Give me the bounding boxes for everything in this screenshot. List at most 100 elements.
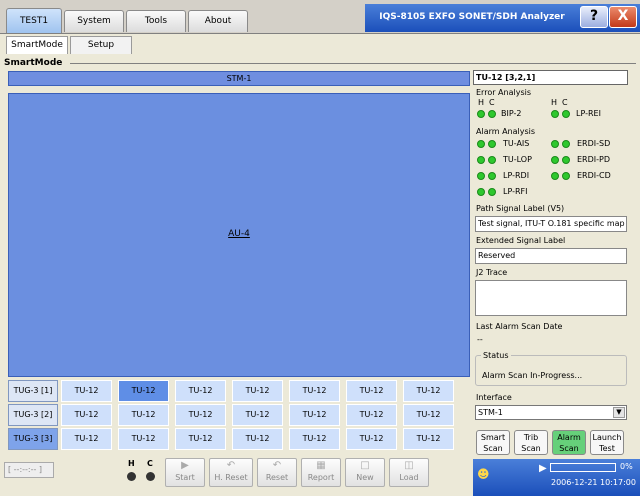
- status-led-icon: [477, 110, 485, 118]
- app-title: IQS-8105 EXFO SONET/SDH Analyzer: [379, 12, 565, 22]
- error-analysis-label: Error Analysis: [476, 88, 532, 97]
- subtab-bar: SmartMode Setup: [0, 34, 640, 56]
- interface-title: Interface: [476, 393, 512, 402]
- close-button[interactable]: X: [609, 6, 637, 28]
- tu12-cell[interactable]: TU-12: [346, 428, 397, 450]
- smart-scan-button[interactable]: Smart Scan: [476, 430, 510, 455]
- alarm-item: ERDI-SD: [577, 139, 611, 148]
- status-led-icon: [488, 110, 496, 118]
- alarm-item: LP-RDI: [503, 171, 530, 180]
- help-button[interactable]: ?: [580, 6, 608, 28]
- extended-signal-label-title: Extended Signal Label: [476, 236, 566, 245]
- tu12-cell[interactable]: TU-12: [118, 404, 169, 426]
- history-led-icon: [127, 472, 136, 481]
- tu12-cell-selected[interactable]: TU-12: [118, 380, 169, 402]
- title-bar: TEST1 System Tools About IQS-8105 EXFO S…: [0, 0, 640, 34]
- tug-row-label[interactable]: TUG-3 [2]: [8, 404, 58, 426]
- h-label: H: [551, 98, 558, 107]
- tab-tools[interactable]: Tools: [126, 10, 186, 32]
- elapsed-time: [ --:--:-- ]: [4, 462, 54, 478]
- c-label: C: [562, 98, 568, 107]
- j2-trace-value: [475, 280, 627, 316]
- tu12-cell[interactable]: TU-12: [346, 404, 397, 426]
- start-button[interactable]: ▶ Start: [165, 458, 205, 487]
- undo-icon: ↶: [226, 460, 236, 471]
- interface-select[interactable]: STM-1 ▼: [475, 405, 627, 420]
- status-led-icon: [562, 172, 570, 180]
- tu12-cell[interactable]: TU-12: [175, 404, 226, 426]
- status-bar: ☻ ▶ 0% 2006-12-21 10:17:00: [473, 459, 640, 496]
- tu12-cell[interactable]: TU-12: [61, 380, 112, 402]
- error-item: LP-REI: [576, 109, 601, 118]
- status-led-icon: [551, 156, 559, 164]
- status-led-icon: [562, 110, 570, 118]
- tributary-title: TU-12 [3,2,1]: [473, 70, 628, 85]
- path-signal-label-title: Path Signal Label (V5): [476, 204, 565, 213]
- status-led-icon: [562, 140, 570, 148]
- tu12-cell[interactable]: TU-12: [403, 404, 454, 426]
- tu12-cell[interactable]: TU-12: [289, 380, 340, 402]
- tu12-cell[interactable]: TU-12: [232, 404, 283, 426]
- tu12-cell[interactable]: TU-12: [403, 428, 454, 450]
- status-led-icon: [551, 140, 559, 148]
- new-button[interactable]: □ New: [345, 458, 385, 487]
- history-reset-button[interactable]: ↶ H. Reset: [209, 458, 253, 487]
- status-led-icon: [477, 156, 485, 164]
- report-icon: ▦: [316, 460, 326, 471]
- trib-scan-button[interactable]: Trib Scan: [514, 430, 548, 455]
- h-label: H: [128, 459, 135, 468]
- tu12-cell[interactable]: TU-12: [346, 380, 397, 402]
- stm1-bar[interactable]: STM-1: [8, 71, 470, 86]
- tu12-cell[interactable]: TU-12: [232, 428, 283, 450]
- bottom-toolbar: [ --:--:-- ] H C ▶ Start ↶ H. Reset ↶ Re…: [0, 455, 470, 496]
- tu12-cell[interactable]: TU-12: [61, 404, 112, 426]
- tu12-cell[interactable]: TU-12: [403, 380, 454, 402]
- launch-test-button[interactable]: Launch Test: [590, 430, 624, 455]
- progress-percent: 0%: [620, 462, 633, 471]
- reset-button[interactable]: ↶ Reset: [257, 458, 297, 487]
- tug-row-label-selected[interactable]: TUG-3 [3]: [8, 428, 58, 450]
- status-led-icon: [562, 156, 570, 164]
- status-led-icon: [488, 188, 496, 196]
- progress-icon: ▶: [539, 463, 547, 474]
- tab-about[interactable]: About: [188, 10, 248, 32]
- play-icon: ▶: [181, 460, 189, 471]
- extended-signal-label-value: Reserved: [475, 248, 627, 264]
- status-title: Status: [481, 351, 511, 360]
- h-label: H: [478, 98, 485, 107]
- au4-area[interactable]: AU-4: [8, 93, 470, 377]
- last-scan-title: Last Alarm Scan Date: [476, 322, 563, 331]
- c-label: C: [489, 98, 495, 107]
- tu12-cell[interactable]: TU-12: [175, 380, 226, 402]
- tu12-cell[interactable]: TU-12: [232, 380, 283, 402]
- status-datetime: 2006-12-21 10:17:00: [551, 478, 636, 487]
- alarm-item: TU-LOP: [503, 155, 532, 164]
- alarm-item: ERDI-PD: [577, 155, 611, 164]
- subtab-setup[interactable]: Setup: [70, 36, 132, 54]
- user-icon: ☻: [477, 467, 490, 481]
- section-divider: [70, 63, 636, 64]
- status-led-icon: [551, 172, 559, 180]
- subtab-smartmode[interactable]: SmartMode: [6, 36, 68, 54]
- path-signal-label-value: Test signal, ITU-T O.181 specific map: [475, 216, 627, 232]
- chevron-down-icon[interactable]: ▼: [613, 407, 625, 418]
- tu12-cell[interactable]: TU-12: [175, 428, 226, 450]
- tug-row-label[interactable]: TUG-3 [1]: [8, 380, 58, 402]
- status-led-icon: [488, 140, 496, 148]
- section-title: SmartMode: [4, 58, 67, 68]
- tab-test1[interactable]: TEST1: [6, 8, 62, 33]
- tu12-cell[interactable]: TU-12: [118, 428, 169, 450]
- tab-system[interactable]: System: [64, 10, 124, 32]
- au4-label[interactable]: AU-4: [9, 229, 469, 239]
- tu12-cell[interactable]: TU-12: [289, 428, 340, 450]
- status-led-icon: [477, 172, 485, 180]
- status-value: Alarm Scan In-Progress...: [482, 371, 583, 380]
- report-button[interactable]: ▦ Report: [301, 458, 341, 487]
- load-button[interactable]: ◫ Load: [389, 458, 429, 487]
- tu12-cell[interactable]: TU-12: [289, 404, 340, 426]
- tu12-cell[interactable]: TU-12: [61, 428, 112, 450]
- alarm-scan-button[interactable]: Alarm Scan: [552, 430, 586, 455]
- undo-icon: ↶: [272, 460, 282, 471]
- status-led-icon: [477, 188, 485, 196]
- alarm-item: ERDI-CD: [577, 171, 611, 180]
